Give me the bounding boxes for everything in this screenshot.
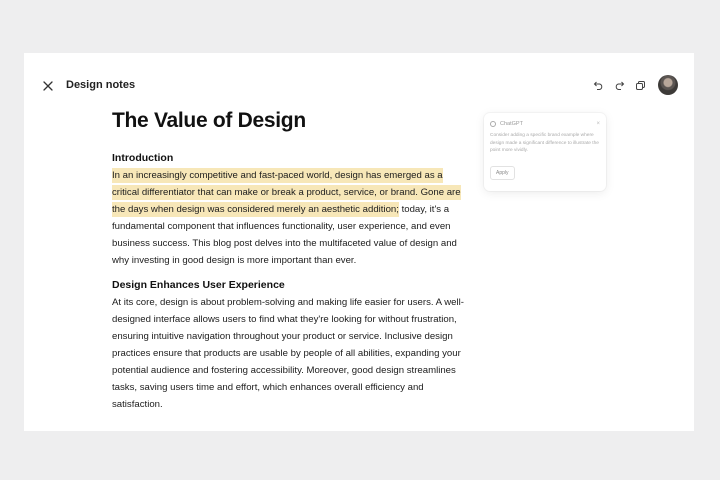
- suggestion-close-icon[interactable]: ×: [596, 121, 600, 127]
- section-paragraph-introduction: In an increasingly competitive and fast-…: [112, 167, 468, 269]
- suggestion-text: Consider adding a specific brand example…: [490, 133, 599, 153]
- section-heading-user-experience: Design Enhances User Experience: [112, 279, 285, 291]
- close-icon[interactable]: [41, 79, 55, 93]
- section-paragraph-user-experience: At its core, design is about problem-sol…: [112, 297, 464, 410]
- ai-suggestion-card: ChatGPT × Consider adding a specific bra…: [484, 113, 606, 191]
- suggestion-source: ChatGPT: [500, 121, 523, 127]
- copy-icon[interactable]: [635, 80, 646, 91]
- undo-icon[interactable]: [593, 80, 604, 91]
- document-name: Design notes: [66, 79, 136, 91]
- editor-window: Design notes The Value of Design Introdu…: [24, 53, 694, 431]
- suggestion-header: ChatGPT ×: [490, 121, 600, 127]
- section-heading-introduction: Introduction: [112, 152, 174, 164]
- avatar[interactable]: [658, 75, 678, 95]
- toolbar: [593, 75, 678, 95]
- document-body[interactable]: The Value of Design Introduction In an i…: [112, 109, 468, 423]
- apply-button[interactable]: Apply: [490, 165, 515, 180]
- chatgpt-icon: [490, 121, 496, 127]
- redo-icon[interactable]: [614, 80, 625, 91]
- page-title: The Value of Design: [112, 109, 306, 132]
